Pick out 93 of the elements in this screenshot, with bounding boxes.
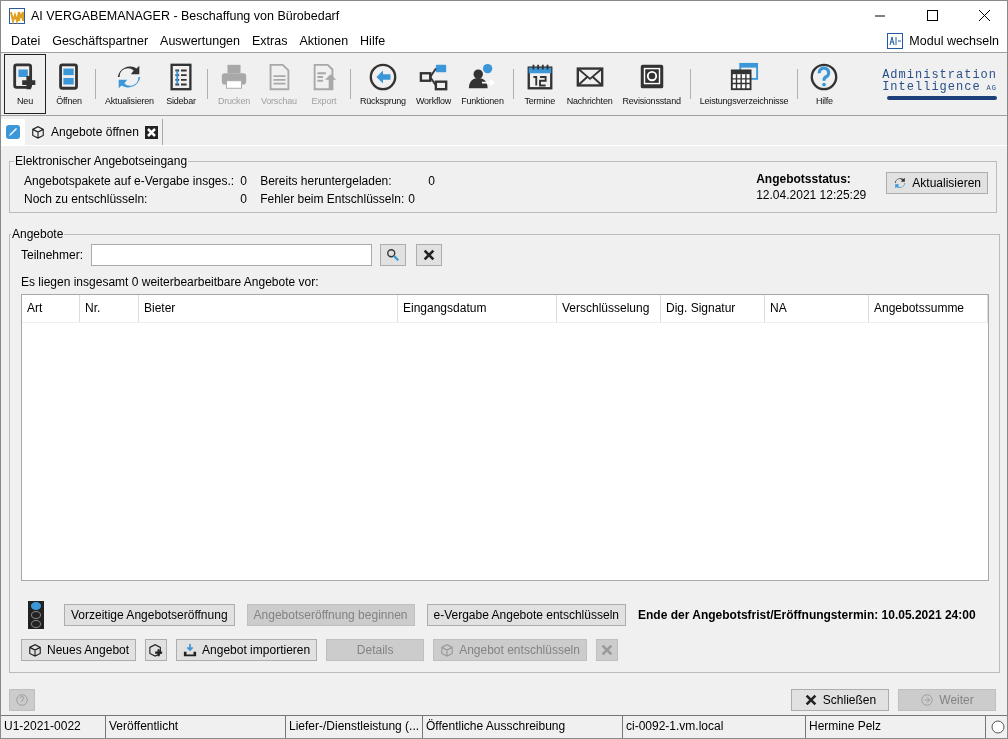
participant-input[interactable] [91,244,373,266]
new-offer-button[interactable]: Neues Angebot [21,639,137,661]
stat-value: 0 [407,192,416,206]
toolbar-button[interactable]: Funktionen [457,54,508,114]
search-button[interactable] [380,244,407,266]
arrow-circle-icon [920,693,935,707]
envelope-icon [576,67,603,87]
help-icon [15,693,29,707]
stat-value: 0 [239,192,248,206]
menu-item[interactable]: Hilfe [354,31,392,51]
menu-item[interactable]: Datei [5,31,47,51]
help-icon [811,63,838,91]
status-indicator-icon [991,720,1005,734]
action-button[interactable]: Vorzeitige Angebotseröffnung [64,604,235,626]
menu-item[interactable]: Geschäftspartner [46,31,155,51]
import-button[interactable]: Angebot importieren [176,639,318,661]
toolbar-button[interactable]: Hilfe [803,54,846,114]
toolbar-button[interactable]: Nachrichten [562,54,617,114]
menu-item[interactable]: Aktionen [293,31,355,51]
column-header[interactable]: Art [22,295,80,322]
toolbar-button[interactable]: Sidebar [159,54,202,114]
workflow-icon [419,64,447,91]
toolbar-button[interactable]: Aktualisieren [101,54,158,114]
app-icon [9,7,25,24]
module-icon [887,33,904,49]
stat-value: 0 [427,174,435,188]
document-icon [269,63,290,91]
close-icon [422,248,437,262]
new-document-icon [13,63,38,92]
status-cell: U1-2021-0022 [1,716,106,738]
printer-icon [221,64,247,89]
edit-icon [5,124,21,140]
clear-button[interactable] [416,244,443,266]
stat-label: Fehler beim Entschlüsseln: [260,192,405,206]
column-header[interactable]: Angebotssumme [869,295,988,322]
group-title: Angebote [11,227,65,241]
close-icon [978,10,990,21]
toolbar-button[interactable]: Leistungsverzeichnisse [695,54,793,114]
open-document-icon [59,63,78,90]
maximize-icon [926,10,938,21]
status-cell: Liefer-/Dienstleistung (... [286,716,423,738]
status-timestamp: 12.04.2021 12:25:29 [756,188,867,202]
tab-close-icon[interactable] [144,125,158,139]
deadline-text: Ende der Angebotsfrist/Eröffnungstermin: 10.05.2021 24:00 [638,608,976,622]
column-header[interactable]: Bieter [139,295,398,322]
status-cell: Veröffentlicht [106,716,286,738]
stat-label: Angebotspakete auf e-Vergabe insges.: [24,174,235,188]
toolbar-button[interactable]: Rücksprung [355,54,410,114]
calendar-icon [527,63,553,90]
toolbar-button[interactable]: Workflow [411,54,456,114]
table-icon [730,62,759,91]
search-icon [386,248,401,262]
column-header[interactable]: Dig. Signatur [661,295,765,322]
status-cell: ci-0092-1.vm.local [623,716,806,738]
summary-text: Es liegen insgesamt 0 weiterbearbeitbare Angebote vor: [21,275,320,289]
column-header[interactable]: Nr. [80,295,139,322]
toolbar-button[interactable]: Revisionsstand [618,54,685,114]
column-header[interactable]: NA [765,295,869,322]
window-title: AI VERGABEMANAGER - Beschaffung von Bürobedarf [31,8,341,23]
stat-label: Noch zu entschlüsseln: [24,192,149,206]
stat-label: Bereits heruntergeladen: [260,174,393,188]
status-label: Angebotsstatus: [756,172,852,186]
toolbar-button[interactable]: Termine [518,54,561,114]
box-icon [440,643,455,657]
refresh-button[interactable]: Aktualisieren [886,172,988,194]
stat-value: 0 [239,174,248,188]
refresh-icon [895,177,906,189]
field-label: Teilnehmer: [21,248,84,262]
refresh-icon [118,65,141,89]
toolbar-button[interactable]: Neu [4,54,46,114]
menu-item[interactable]: Extras [246,31,294,51]
status-cell: Öffentliche Ausschreibung [423,716,623,738]
export-document-icon [313,63,337,91]
box-icon [31,125,45,139]
close-dialog-button[interactable]: Schließen [791,689,889,711]
column-header[interactable]: Eingangsdatum [398,295,557,322]
module-switch-button[interactable]: Modul wechseln [881,32,1007,50]
add-button[interactable] [145,639,168,661]
close-icon [803,693,818,707]
group-title: Elektronischer Angebotseingang [14,154,189,168]
action-button[interactable]: e-Vergabe Angebote entschlüsseln [426,604,626,626]
safe-icon [640,64,663,89]
box-icon [28,643,42,657]
users-icon [469,63,496,89]
close-icon [599,643,614,657]
toolbar-button[interactable]: Öffnen [48,54,90,114]
traffic-light-icon [28,601,44,629]
status-cell: Hermine Pelz [806,716,986,738]
menu-item[interactable]: Auswertungen [154,31,246,51]
box-plus-icon [149,643,164,657]
list-document-icon [170,63,192,91]
column-header[interactable]: Verschlüsselung [557,295,661,322]
download-icon [183,643,198,657]
